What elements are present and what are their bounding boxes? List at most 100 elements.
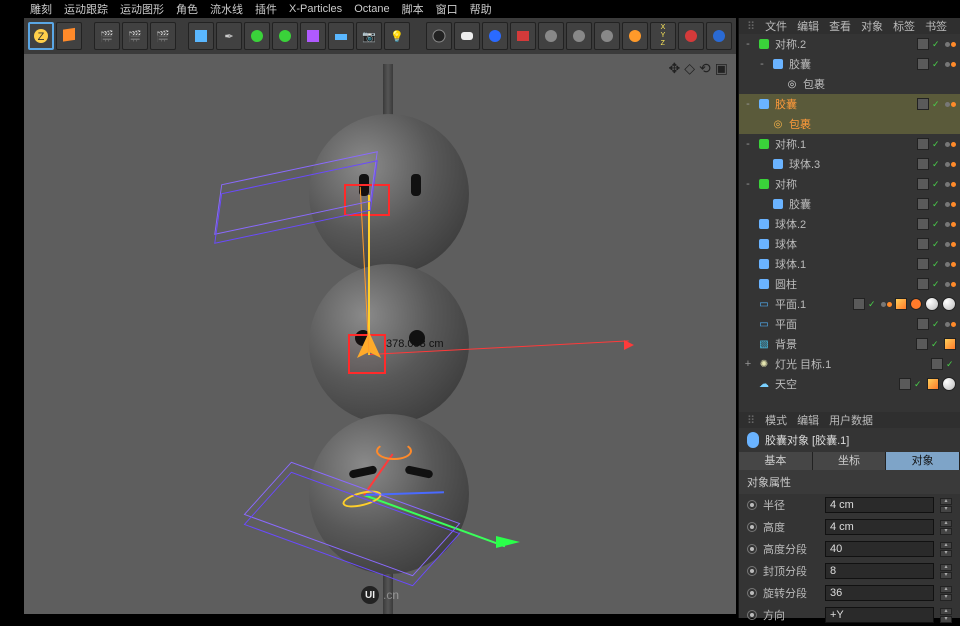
spinner[interactable]: ▴▾ [940,498,952,513]
tree-row[interactable]: ☁天空✓ [739,374,960,394]
tree-row[interactable]: 球体.3✓ [739,154,960,174]
spinner[interactable]: ▴▾ [940,608,952,623]
axis-z-arrow [496,532,520,552]
prop-input[interactable]: 36 [825,585,934,601]
htab[interactable]: 查看 [829,18,851,34]
prop-input[interactable]: 40 [825,541,934,557]
tree-row[interactable]: +✺灯光 目标.1✓ [739,354,960,374]
object-title: 胶囊对象 [胶囊.1] [739,428,960,452]
keyframe-radio[interactable] [747,500,757,510]
object-tree[interactable]: -对称.2✓-胶囊✓◎包裹-胶囊✓◎包裹-对称.1✓球体.3✓-对称✓胶囊✓球体… [739,34,960,412]
undo-tool[interactable]: Z [28,22,54,50]
menu-item[interactable]: 脚本 [402,1,424,17]
spinner[interactable]: ▴▾ [940,542,952,557]
red-tool[interactable] [510,22,536,50]
tree-row[interactable]: ▧背景✓ [739,334,960,354]
prop-input[interactable]: 4 cm [825,519,934,535]
vp-rotate-icon[interactable]: ⟲ [699,60,711,77]
clapper-tool[interactable]: 🎬 [94,22,120,50]
camera-tool[interactable]: 📷 [356,22,382,50]
tree-row[interactable]: -对称.1✓ [739,134,960,154]
deformer-tool[interactable] [300,22,326,50]
atab[interactable]: 模式 [765,412,787,428]
menu-item[interactable]: 窗口 [436,1,458,17]
blue-sphere-tool[interactable] [706,22,732,50]
spinner[interactable]: ▴▾ [940,564,952,579]
atab[interactable]: 用户数据 [829,412,873,428]
vp-zoom-icon[interactable]: ◇ [684,60,695,77]
htab[interactable]: 标签 [893,18,915,34]
spinner[interactable]: ▴▾ [940,586,952,601]
cube-tool[interactable] [56,22,82,50]
menu-item[interactable]: Octane [354,3,389,15]
tree-row[interactable]: -胶囊✓ [739,54,960,74]
tree-row[interactable]: ◎包裹 [739,114,960,134]
tree-row[interactable]: -胶囊✓ [739,94,960,114]
menu-item[interactable]: 帮助 [470,1,492,17]
viewport[interactable]: ✥ ◇ ⟲ ▣ 378.053 cm UIUI .cn.cn [24,54,736,614]
property-row: 高度4 cm▴▾ [739,516,960,538]
prop-label: 封顶分段 [763,563,819,579]
subtab-object[interactable]: 对象 [886,452,960,470]
prop-label: 高度分段 [763,541,819,557]
spinner[interactable]: ▴▾ [940,520,952,535]
vp-max-icon[interactable]: ▣ [715,60,728,77]
menu-item[interactable]: X-Particles [289,3,342,15]
menu-item[interactable]: 运动跟踪 [64,1,108,17]
sphere-1-tool[interactable] [538,22,564,50]
menu-item[interactable]: 角色 [176,1,198,17]
htab[interactable]: 文件 [765,18,787,34]
nurbs-tool[interactable] [244,22,270,50]
spline-tool[interactable]: ✒ [216,22,242,50]
tree-row[interactable]: ▭平面.1✓ [739,294,960,314]
prop-input[interactable]: +Y [825,607,934,623]
keyframe-radio[interactable] [747,588,757,598]
render-region-tool[interactable] [454,22,480,50]
tree-row[interactable]: 球体.2✓ [739,214,960,234]
tree-row[interactable]: 胶囊✓ [739,194,960,214]
keyframe-radio[interactable] [747,566,757,576]
blue-tool[interactable] [482,22,508,50]
atab[interactable]: 编辑 [797,412,819,428]
tree-row[interactable]: 圆柱✓ [739,274,960,294]
environment-tool[interactable] [328,22,354,50]
tree-row[interactable]: ◎包裹 [739,74,960,94]
menu-item[interactable]: 运动图形 [120,1,164,17]
axis-tool[interactable]: XYZ [650,22,676,50]
render-settings-tool[interactable]: 🎬 [150,22,176,50]
tree-row[interactable]: 球体✓ [739,234,960,254]
menu-item[interactable]: 流水线 [210,1,243,17]
attribute-subtabs: 基本 坐标 对象 [739,452,960,470]
prop-input[interactable]: 8 [825,563,934,579]
property-row: 旋转分段36▴▾ [739,582,960,604]
subtab-basic[interactable]: 基本 [739,452,813,470]
red-sphere-tool[interactable] [678,22,704,50]
menu-item[interactable]: 雕刻 [30,1,52,17]
rotate-ring-2[interactable] [376,442,412,460]
orange-tool[interactable] [622,22,648,50]
axis-x-arrow [624,340,634,350]
keyframe-radio[interactable] [747,544,757,554]
tree-row[interactable]: 球体.1✓ [739,254,960,274]
property-list: 半径4 cm▴▾高度4 cm▴▾高度分段40▴▾封顶分段8▴▾旋转分段36▴▾方… [739,494,960,626]
keyframe-radio[interactable] [747,610,757,620]
htab[interactable]: 书签 [925,18,947,34]
keyframe-radio[interactable] [747,522,757,532]
sphere-3-tool[interactable] [594,22,620,50]
htab[interactable]: 编辑 [797,18,819,34]
primitive-tool[interactable] [188,22,214,50]
prop-input[interactable]: 4 cm [825,497,934,513]
generator-tool[interactable] [272,22,298,50]
vp-move-icon[interactable]: ✥ [669,60,681,77]
light-tool[interactable]: 💡 [384,22,410,50]
htab[interactable]: 对象 [861,18,883,34]
sphere-2-tool[interactable] [566,22,592,50]
render-view-tool[interactable] [426,22,452,50]
watermark: UIUI .cn.cn [361,586,399,604]
render-tool[interactable]: 🎬 [122,22,148,50]
tree-row[interactable]: ▭平面✓ [739,314,960,334]
tree-row[interactable]: -对称✓ [739,174,960,194]
subtab-coord[interactable]: 坐标 [813,452,887,470]
tree-row[interactable]: -对称.2✓ [739,34,960,54]
menu-item[interactable]: 插件 [255,1,277,17]
